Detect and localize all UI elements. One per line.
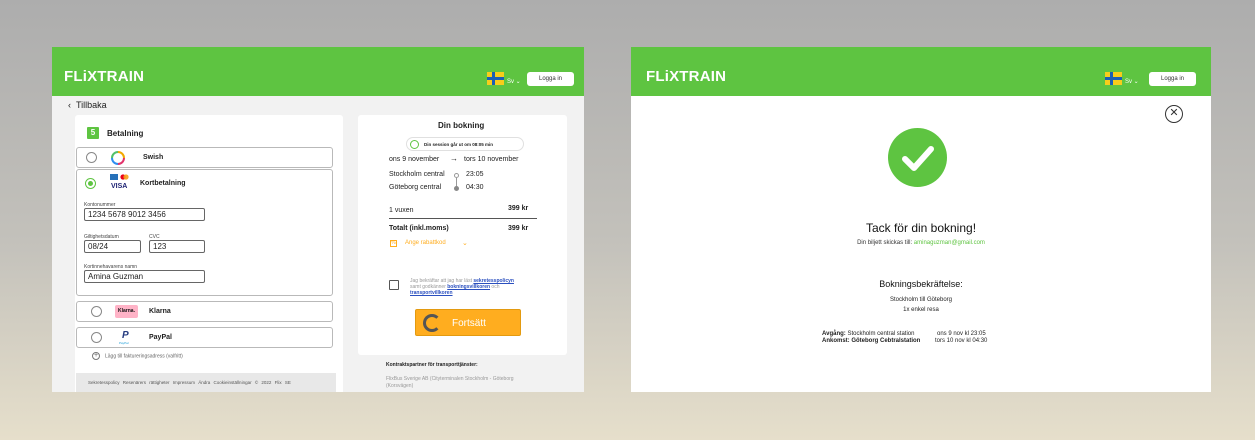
date-to: tors 10 november <box>464 156 519 163</box>
cardholder-field[interactable]: Amina Guzman <box>84 270 205 283</box>
booking-terms-link[interactable]: bokningsvillkoren <box>447 284 490 290</box>
payment-option-swish[interactable]: Swish <box>76 147 333 168</box>
chevron-down-icon: ⌄ <box>462 240 468 247</box>
language-selector[interactable]: Sv ⌄ <box>507 78 521 85</box>
clock-icon <box>410 140 419 149</box>
arrow-right-icon: → <box>450 154 458 163</box>
paypal-label: PayPal <box>149 334 172 341</box>
success-check-icon <box>888 128 947 187</box>
payment-option-paypal[interactable]: P PayPal PayPal <box>76 327 333 348</box>
back-link[interactable]: ‹ Tillbaka <box>68 100 107 110</box>
from-time: 23:05 <box>466 171 484 178</box>
svg-text:VISA: VISA <box>111 183 127 190</box>
ticket-type: 1x enkel resa <box>903 307 939 313</box>
radio-klarna[interactable] <box>91 306 102 317</box>
header-bar-2: FLiXTRAIN Sv ⌄ Logga in <box>631 47 1211 96</box>
terms-consent-text: Jag bekräftar att jag har läst sekretess… <box>410 278 514 296</box>
total-label: Totalt (inkl.moms) <box>389 225 449 232</box>
summary-title: Din bokning <box>438 121 485 130</box>
terms-checkbox[interactable] <box>389 280 399 290</box>
partner-line-1: FlixBus Sverige AB (Cityterminalen Stock… <box>386 376 514 382</box>
swish-label: Swish <box>143 154 164 161</box>
passenger-label: 1 vuxen <box>389 207 414 214</box>
paypal-logo-icon: P PayPal <box>119 330 129 345</box>
transport-terms-link[interactable]: transportvillkoren <box>410 290 453 296</box>
language-selector-2[interactable]: Sv ⌄ <box>1125 78 1139 85</box>
flixtrain-logo[interactable]: FLiXTRAIN <box>64 68 144 85</box>
total-price: 399 kr <box>508 225 529 232</box>
passenger-price: 399 kr <box>508 205 529 212</box>
login-button[interactable]: Logga in <box>527 72 574 86</box>
loading-spinner-icon <box>423 314 441 332</box>
login-button-2[interactable]: Logga in <box>1149 72 1196 86</box>
arrival-time: tors 10 nov kl 04:30 <box>935 338 988 344</box>
klarna-logo: Klarna. <box>115 305 138 318</box>
departure-time: ons 9 nov kl 23:05 <box>937 331 986 337</box>
chevron-left-icon: ‹ <box>68 100 71 110</box>
step-number-badge: 5 <box>87 127 99 139</box>
cvc-field[interactable]: 123 <box>149 240 205 253</box>
step-title: Betalning <box>107 129 144 138</box>
confirmation-heading: Bokningsbekräftelse: <box>879 279 963 289</box>
page-footer: Sekretesspolicy Resenärers rättigheter I… <box>76 373 336 392</box>
ticket-email-line: Din biljett skickas till: aminaguzman@gm… <box>857 240 985 246</box>
radio-card[interactable] <box>85 178 96 189</box>
confirmation-screen: FLiXTRAIN Sv ⌄ Logga in ✕ Tack för din b… <box>631 47 1211 392</box>
close-icon[interactable]: ✕ <box>1165 105 1183 123</box>
swish-logo-icon <box>111 151 125 165</box>
account-number-field[interactable]: 1234 5678 9012 3456 <box>84 208 205 221</box>
partner-title: Kontraktspartner för transporttjänster: <box>386 362 478 368</box>
date-from: ons 9 november <box>389 156 440 163</box>
email-address: aminaguzman@gmail.com <box>913 240 985 246</box>
header-bar: FLiXTRAIN Sv ⌄ Logga in <box>52 47 584 96</box>
departure-line: Avgång: Stockholm central station <box>822 331 915 337</box>
payment-screen: FLiXTRAIN Sv ⌄ Logga in ‹ Tillbaka 5 Beta… <box>52 47 584 392</box>
to-time: 04:30 <box>466 184 484 191</box>
tag-icon: % <box>390 240 397 247</box>
arrival-line: Ankomst: Göteborg Cebtralstation <box>822 338 921 344</box>
radio-paypal[interactable] <box>91 332 102 343</box>
swedish-flag-icon[interactable] <box>487 72 504 85</box>
payment-option-klarna[interactable]: Klarna. Klarna <box>76 301 333 322</box>
klarna-label: Klarna <box>149 308 171 315</box>
continue-button[interactable]: Fortsätt <box>415 309 521 336</box>
session-timer: Din session går ut om 08:05 min <box>406 137 524 151</box>
swedish-flag-icon-2[interactable] <box>1105 72 1122 85</box>
partner-line-2: (Korsvägen) <box>386 383 414 389</box>
radio-swish[interactable] <box>86 152 97 163</box>
destination-dot-icon <box>454 186 459 191</box>
add-billing-address-link[interactable]: + Lägg till faktureringsadress (valfritt) <box>92 352 183 360</box>
summary-divider <box>389 218 537 219</box>
card-brands-icon: VISA <box>110 174 129 190</box>
route-text: Stockholm till Göteborg <box>889 297 953 303</box>
from-station: Stockholm central <box>389 171 445 178</box>
payment-option-card[interactable]: VISA Kortbetalning Kontonummer 1234 5678… <box>76 169 333 296</box>
thanks-heading: Tack för din bokning! <box>865 221 977 235</box>
to-station: Göteborg central <box>389 184 442 191</box>
expiry-field[interactable]: 08/24 <box>84 240 141 253</box>
plus-circle-icon: + <box>92 352 100 360</box>
card-label: Kortbetalning <box>140 180 186 187</box>
flixtrain-logo-2[interactable]: FLiXTRAIN <box>646 68 726 85</box>
